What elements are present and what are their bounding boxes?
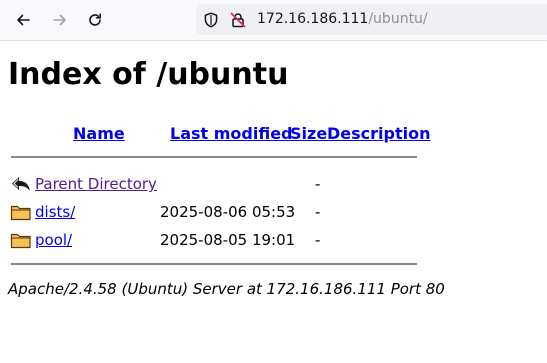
parent-directory-link[interactable]: Parent Directory (35, 174, 157, 194)
insecure-connection-lock-icon[interactable] (229, 11, 247, 29)
header-divider (11, 156, 417, 158)
footer-divider (11, 263, 417, 265)
table-row: pool/ 2025-08-05 19:01 - (8, 228, 428, 252)
dists-link[interactable]: dists/ (35, 202, 75, 222)
url-bar[interactable]: 172.16.186.111/ubuntu/ (196, 4, 547, 35)
back-arrow-icon (10, 174, 32, 194)
forward-arrow-icon (53, 14, 66, 26)
column-header-description[interactable]: Description (327, 124, 430, 144)
row-last-modified: 2025-08-06 05:53 (160, 203, 296, 221)
column-header-size[interactable]: Size (290, 124, 327, 144)
url-host: 172.16.186.111 (257, 11, 369, 27)
folder-icon (10, 230, 32, 250)
tracking-protection-shield-icon[interactable] (202, 11, 220, 29)
row-last-modified: 2025-08-05 19:01 (160, 231, 296, 249)
page-title: Index of /ubuntu (8, 57, 289, 92)
row-size: - (315, 175, 321, 193)
pool-link[interactable]: pool/ (35, 230, 72, 250)
row-size: - (315, 231, 321, 249)
column-header-last-modified[interactable]: Last modified (170, 124, 293, 144)
browser-toolbar: 172.16.186.111/ubuntu/ (0, 0, 547, 41)
back-button[interactable] (9, 6, 37, 34)
page-content: Index of /ubuntu Name Last modified Size… (8, 41, 547, 363)
table-row: Parent Directory - (8, 172, 428, 196)
reload-button[interactable] (81, 6, 109, 34)
forward-button[interactable] (46, 6, 74, 34)
url-text[interactable]: 172.16.186.111/ubuntu/ (257, 10, 428, 28)
reload-icon (89, 13, 101, 26)
url-path: /ubuntu/ (368, 11, 428, 27)
folder-icon (10, 202, 32, 222)
table-row: dists/ 2025-08-06 05:53 - (8, 200, 428, 224)
column-header-name[interactable]: Name (73, 124, 125, 144)
server-signature: Apache/2.4.58 (Ubuntu) Server at 172.16.… (8, 280, 445, 298)
back-arrow-icon (17, 14, 30, 26)
row-size: - (315, 203, 321, 221)
